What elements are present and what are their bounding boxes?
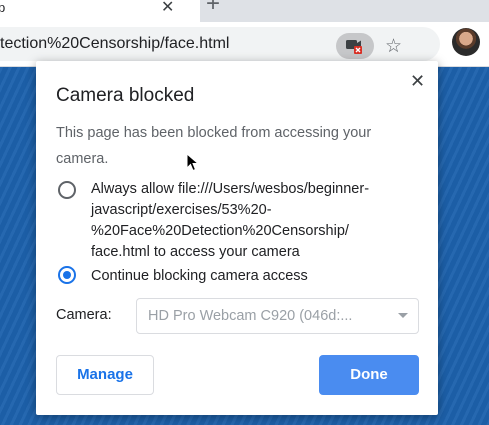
close-icon[interactable]: ✕ <box>410 71 425 92</box>
dropdown-arrow-icon <box>398 313 408 318</box>
always-allow-line-3: %20Face%20Detection%20Censorship/ <box>91 223 349 239</box>
star-icon[interactable]: ☆ <box>385 35 402 58</box>
manage-button[interactable]: Manage <box>56 355 154 395</box>
always-allow-line-1: Always allow file:///Users/wesbos/beginn… <box>91 181 370 197</box>
always-allow-line-4: face.html to access your camera <box>91 244 300 260</box>
tab-title: p <box>0 0 6 15</box>
continue-blocking-label[interactable]: Continue blocking camera access <box>91 266 308 287</box>
dialog-title: Camera blocked <box>56 85 195 106</box>
always-allow-line-2: javascript/exercises/53%20- <box>91 202 272 218</box>
always-allow-radio[interactable] <box>58 181 76 199</box>
avatar[interactable] <box>452 28 480 56</box>
camera-blocked-dialog: Camera blocked ✕ This page has been bloc… <box>36 61 438 415</box>
browser-tab[interactable]: p ✕ <box>0 0 200 22</box>
always-allow-label[interactable]: Always allow file:///Users/wesbos/beginn… <box>91 179 369 263</box>
new-tab-button[interactable]: + <box>206 0 220 18</box>
camera-blocked-button[interactable] <box>336 33 374 59</box>
continue-blocking-radio[interactable] <box>58 266 76 284</box>
camera-select[interactable]: HD Pro Webcam C920 (046d:... <box>136 298 419 334</box>
done-button[interactable]: Done <box>319 355 419 395</box>
camera-label: Camera: <box>56 307 112 323</box>
dialog-description: This page has been blocked from accessin… <box>56 125 372 167</box>
mouse-cursor <box>186 153 200 172</box>
camera-select-value: HD Pro Webcam C920 (046d:... <box>148 308 353 324</box>
tab-close-icon[interactable]: ✕ <box>161 0 174 17</box>
camera-blocked-icon <box>346 40 362 54</box>
address-bar[interactable]: tection%20Censorship/face.html ☆ <box>0 27 440 61</box>
tab-strip: p ✕ + <box>0 0 489 22</box>
url-text[interactable]: tection%20Censorship/face.html <box>0 35 229 53</box>
